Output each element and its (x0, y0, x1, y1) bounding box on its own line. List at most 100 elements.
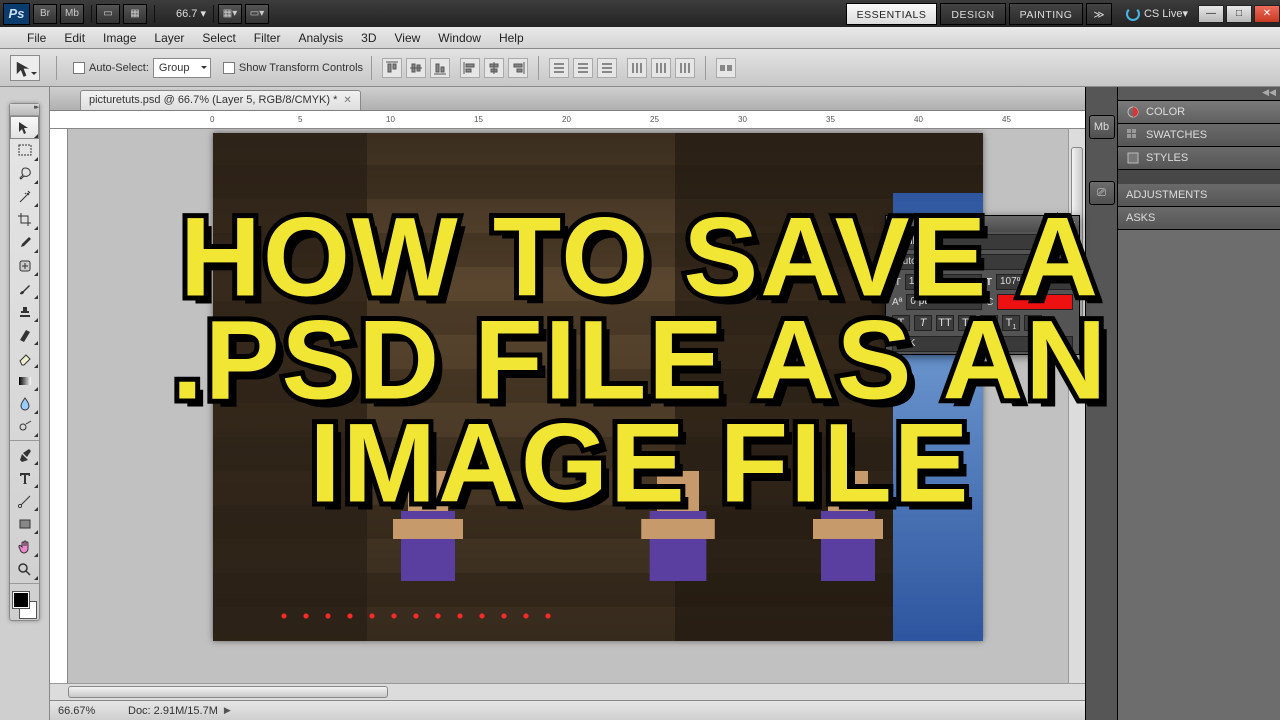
textstyle-button[interactable]: Tr (958, 315, 976, 331)
tool-blur[interactable] (10, 392, 39, 415)
tool-marquee[interactable] (10, 139, 39, 162)
panel-collapse-icon[interactable]: ▸▸ ▪≡ (1055, 219, 1075, 230)
close-button[interactable]: ✕ (1254, 5, 1280, 23)
tool-zoom[interactable] (10, 558, 39, 581)
distribute-hcenter-icon[interactable] (651, 58, 671, 78)
baseline-field[interactable]: 0 pt (906, 294, 982, 310)
menu-help[interactable]: Help (490, 27, 533, 49)
align-top-icon[interactable] (382, 58, 402, 78)
panel-color[interactable]: COLOR (1118, 101, 1280, 123)
zoom-field[interactable]: 66.7 ▾ (159, 7, 209, 20)
workspace-essentials[interactable]: ESSENTIALS (846, 3, 938, 25)
ruler-horizontal[interactable]: 05101520253035404550 (50, 111, 1085, 129)
distribute-right-icon[interactable] (675, 58, 695, 78)
textstyle-button[interactable]: T (980, 315, 998, 331)
minibridge-button[interactable]: Mb (60, 4, 84, 24)
tool-eraser[interactable] (10, 346, 39, 369)
viewextras-button[interactable]: ▦▾ (218, 4, 242, 24)
tool-eyedrop[interactable] (10, 231, 39, 254)
textstyle-button[interactable]: T (892, 315, 910, 331)
canvas-viewport[interactable] (68, 129, 1068, 683)
menu-layer[interactable]: Layer (145, 27, 193, 49)
menu-filter[interactable]: Filter (245, 27, 290, 49)
tool-move[interactable] (10, 116, 39, 139)
showtransform-checkbox[interactable] (223, 62, 235, 74)
font-style-field[interactable]: egular (892, 234, 1073, 250)
align-right-icon[interactable] (508, 58, 528, 78)
tool-gradient[interactable] (10, 369, 39, 392)
menu-view[interactable]: View (385, 27, 429, 49)
menu-3d[interactable]: 3D (352, 27, 385, 49)
bridge-button[interactable]: Br (33, 4, 57, 24)
align-bottom-icon[interactable] (430, 58, 450, 78)
align-hcenter-icon[interactable] (484, 58, 504, 78)
status-zoom[interactable]: 66.67% (58, 705, 128, 717)
tracking-field[interactable]: 0 (960, 254, 1073, 270)
tool-pen[interactable] (10, 443, 39, 466)
arrange-button[interactable]: ▦ (123, 4, 147, 24)
panel-swatches[interactable]: SWATCHES (1118, 124, 1280, 146)
menu-select[interactable]: Select (193, 27, 244, 49)
distribute-bottom-icon[interactable] (597, 58, 617, 78)
textstyle-button[interactable]: TT (936, 315, 954, 331)
tool-path[interactable] (10, 489, 39, 512)
tool-crop[interactable] (10, 208, 39, 231)
tool-history[interactable] (10, 323, 39, 346)
menu-file[interactable]: File (18, 27, 55, 49)
scrollbar-vertical[interactable] (1068, 129, 1085, 683)
textstyle-button[interactable]: T (914, 315, 932, 331)
panel-adjustments[interactable]: ADJUSTMENTS (1118, 184, 1280, 206)
distribute-left-icon[interactable] (627, 58, 647, 78)
workspace-more[interactable]: ≫ (1086, 3, 1112, 25)
tool-wand[interactable] (10, 185, 39, 208)
autoselect-dropdown[interactable]: Group (153, 58, 211, 78)
dock-button-minibridge[interactable]: Mb (1089, 115, 1115, 139)
canvas[interactable] (213, 133, 983, 641)
tools-gripper[interactable] (10, 104, 39, 116)
ruler-vertical[interactable] (50, 129, 68, 683)
color-swatches[interactable] (10, 590, 39, 620)
panel-styles[interactable]: STYLES (1118, 147, 1280, 169)
cslive-button[interactable]: CS Live ▾ (1126, 7, 1188, 21)
workspace-design[interactable]: DESIGN (940, 3, 1005, 25)
dock-button-history[interactable]: ⎚ (1089, 181, 1115, 205)
align-vcenter-icon[interactable] (406, 58, 426, 78)
docarrange-button[interactable]: ▭▾ (245, 4, 269, 24)
foreground-color[interactable] (13, 592, 29, 608)
menu-image[interactable]: Image (94, 27, 145, 49)
document-tab[interactable]: picturetuts.psd @ 66.7% (Layer 5, RGB/8/… (80, 90, 361, 110)
align-left-icon[interactable] (460, 58, 480, 78)
menu-edit[interactable]: Edit (55, 27, 94, 49)
tool-stamp[interactable] (10, 300, 39, 323)
status-menu-icon[interactable]: ▶ (224, 705, 231, 716)
autoselect-checkbox[interactable] (73, 62, 85, 74)
tool-brush[interactable] (10, 277, 39, 300)
scrollbar-thumb[interactable] (68, 686, 388, 698)
current-tool-indicator[interactable] (10, 55, 40, 81)
tool-lasso[interactable] (10, 162, 39, 185)
menu-analysis[interactable]: Analysis (289, 27, 352, 49)
tool-type[interactable] (10, 466, 39, 489)
distribute-top-icon[interactable] (549, 58, 569, 78)
textstyle-button[interactable]: T (1024, 315, 1042, 331)
scrollbar-horizontal[interactable] (50, 683, 1085, 700)
status-docinfo[interactable]: Doc: 2.91M/15.7M (128, 705, 218, 717)
close-tab-icon[interactable]: ✕ (343, 91, 351, 110)
minimize-button[interactable]: — (1198, 5, 1224, 23)
scale-h-field[interactable]: 107% (996, 274, 1073, 290)
character-panel[interactable]: ▸▸ ▪≡ egular Auto) 0 І​T100% T107% Aª0 p… (885, 215, 1080, 355)
panel-masks[interactable]: ASKS (1118, 207, 1280, 229)
distribute-vcenter-icon[interactable] (573, 58, 593, 78)
tool-dodge[interactable] (10, 415, 39, 438)
tool-rect[interactable] (10, 512, 39, 535)
panel-collapse-icon[interactable]: ◀◀ (1118, 87, 1280, 101)
tool-hand[interactable] (10, 535, 39, 558)
menu-window[interactable]: Window (429, 27, 490, 49)
text-color-swatch[interactable] (997, 294, 1073, 310)
textstyle-button[interactable]: T1 (1002, 315, 1020, 331)
language-field[interactable]: : UK (892, 336, 1073, 352)
scale-v-field[interactable]: 100% (905, 274, 982, 290)
antialias-field[interactable]: Auto) (892, 254, 956, 270)
autoalign-icon[interactable] (716, 58, 736, 78)
maximize-button[interactable]: □ (1226, 5, 1252, 23)
